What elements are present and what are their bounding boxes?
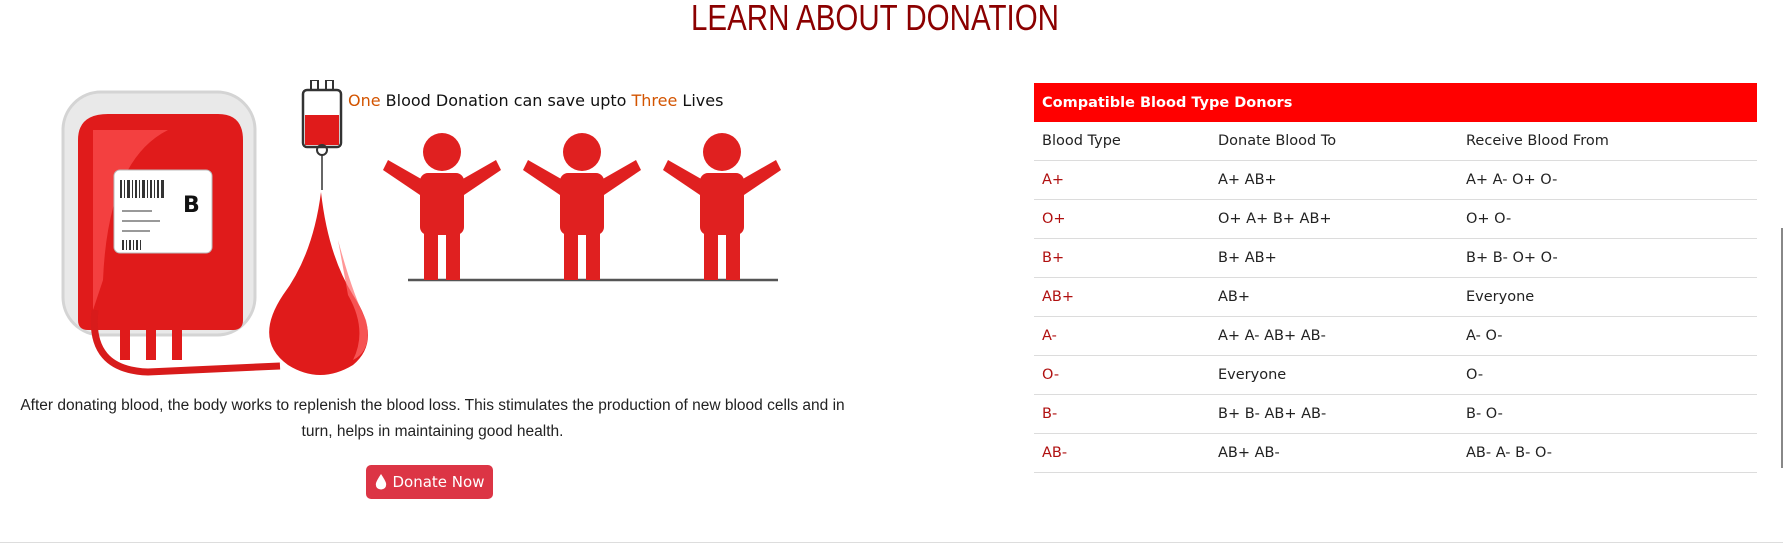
illustration-svg: B One Blood Donation can save upto Three… (61, 80, 781, 376)
receive-from-cell: O- (1466, 367, 1484, 383)
donate-to-cell: AB+ (1218, 289, 1251, 305)
section-title: LEARN ABOUT DONATION (690, 0, 1059, 38)
table-row: AB+ AB+ Everyone (1034, 278, 1757, 317)
person-icon (383, 133, 501, 280)
blood-bag-icon: B (61, 90, 281, 376)
person-icon (663, 133, 781, 280)
receive-from-cell: A+ A- O+ O- (1466, 172, 1558, 188)
donate-to-cell: B+ B- AB+ AB- (1218, 406, 1327, 422)
small-bag-icon (301, 80, 343, 190)
table-row: O- Everyone O- (1034, 356, 1757, 395)
slogan-middle: Blood Donation can save upto (381, 91, 632, 110)
table-title: Compatible Blood Type Donors (1034, 83, 1757, 122)
donate-to-cell: AB+ AB- (1218, 445, 1280, 461)
blood-drop-icon (375, 474, 386, 490)
table-header-row: Blood Type Donate Blood To Receive Blood… (1034, 122, 1757, 161)
table-row: A+ A+ AB+ A+ A- O+ O- (1034, 161, 1757, 200)
receive-from-cell: A- O- (1466, 328, 1503, 344)
donate-now-button[interactable]: Donate Now (366, 465, 493, 499)
column-header-receive-from: Receive Blood From (1466, 133, 1609, 149)
donate-to-cell: Everyone (1218, 367, 1287, 383)
column-header-donate-to: Donate Blood To (1218, 133, 1337, 149)
blood-type-cell: A- (1042, 328, 1057, 344)
donate-to-cell: A+ A- AB+ AB- (1218, 328, 1326, 344)
table-row: B+ B+ AB+ B+ B- O+ O- (1034, 239, 1757, 278)
table-row: A- A+ A- AB+ AB- A- O- (1034, 317, 1757, 356)
blood-type-cell: AB+ (1042, 289, 1075, 305)
donate-to-cell: O+ A+ B+ AB+ (1218, 211, 1332, 227)
person-icon (523, 133, 641, 280)
donate-now-label: Donate Now (392, 473, 485, 491)
table-row: B- B+ B- AB+ AB- B- O- (1034, 395, 1757, 434)
receive-from-cell: O+ O- (1466, 211, 1512, 227)
slogan-three: Three (631, 91, 678, 110)
donate-to-cell: B+ AB+ (1218, 250, 1277, 266)
receive-from-cell: AB- A- B- O- (1466, 445, 1552, 461)
bag-label: B (183, 193, 200, 218)
blood-type-cell: O- (1042, 367, 1060, 383)
blood-donation-illustration: B One Blood Donation can save upto Three… (48, 80, 828, 385)
blood-drop-graphic (269, 192, 368, 375)
table-row: AB- AB+ AB- AB- A- B- O- (1034, 434, 1757, 473)
receive-from-cell: B+ B- O+ O- (1466, 250, 1558, 266)
receive-from-cell: Everyone (1466, 289, 1535, 305)
blood-type-cell: AB- (1042, 445, 1068, 461)
slogan-one: One (348, 91, 381, 110)
slogan-end: Lives (677, 91, 723, 110)
blood-type-cell: B+ (1042, 250, 1065, 266)
receive-from-cell: B- O- (1466, 406, 1503, 422)
donation-caption: After donating blood, the body works to … (20, 397, 845, 440)
blood-type-cell: B- (1042, 406, 1058, 422)
blood-type-cell: O+ (1042, 211, 1066, 227)
donate-to-cell: A+ AB+ (1218, 172, 1277, 188)
column-header-blood-type: Blood Type (1042, 133, 1121, 149)
section-divider (0, 542, 1783, 543)
slogan: One Blood Donation can save upto Three L… (348, 91, 723, 110)
blood-type-cell: A+ (1042, 172, 1065, 188)
compatibility-table: Compatible Blood Type Donors Blood Type … (1034, 83, 1757, 473)
table-row: O+ O+ A+ B+ AB+ O+ O- (1034, 200, 1757, 239)
